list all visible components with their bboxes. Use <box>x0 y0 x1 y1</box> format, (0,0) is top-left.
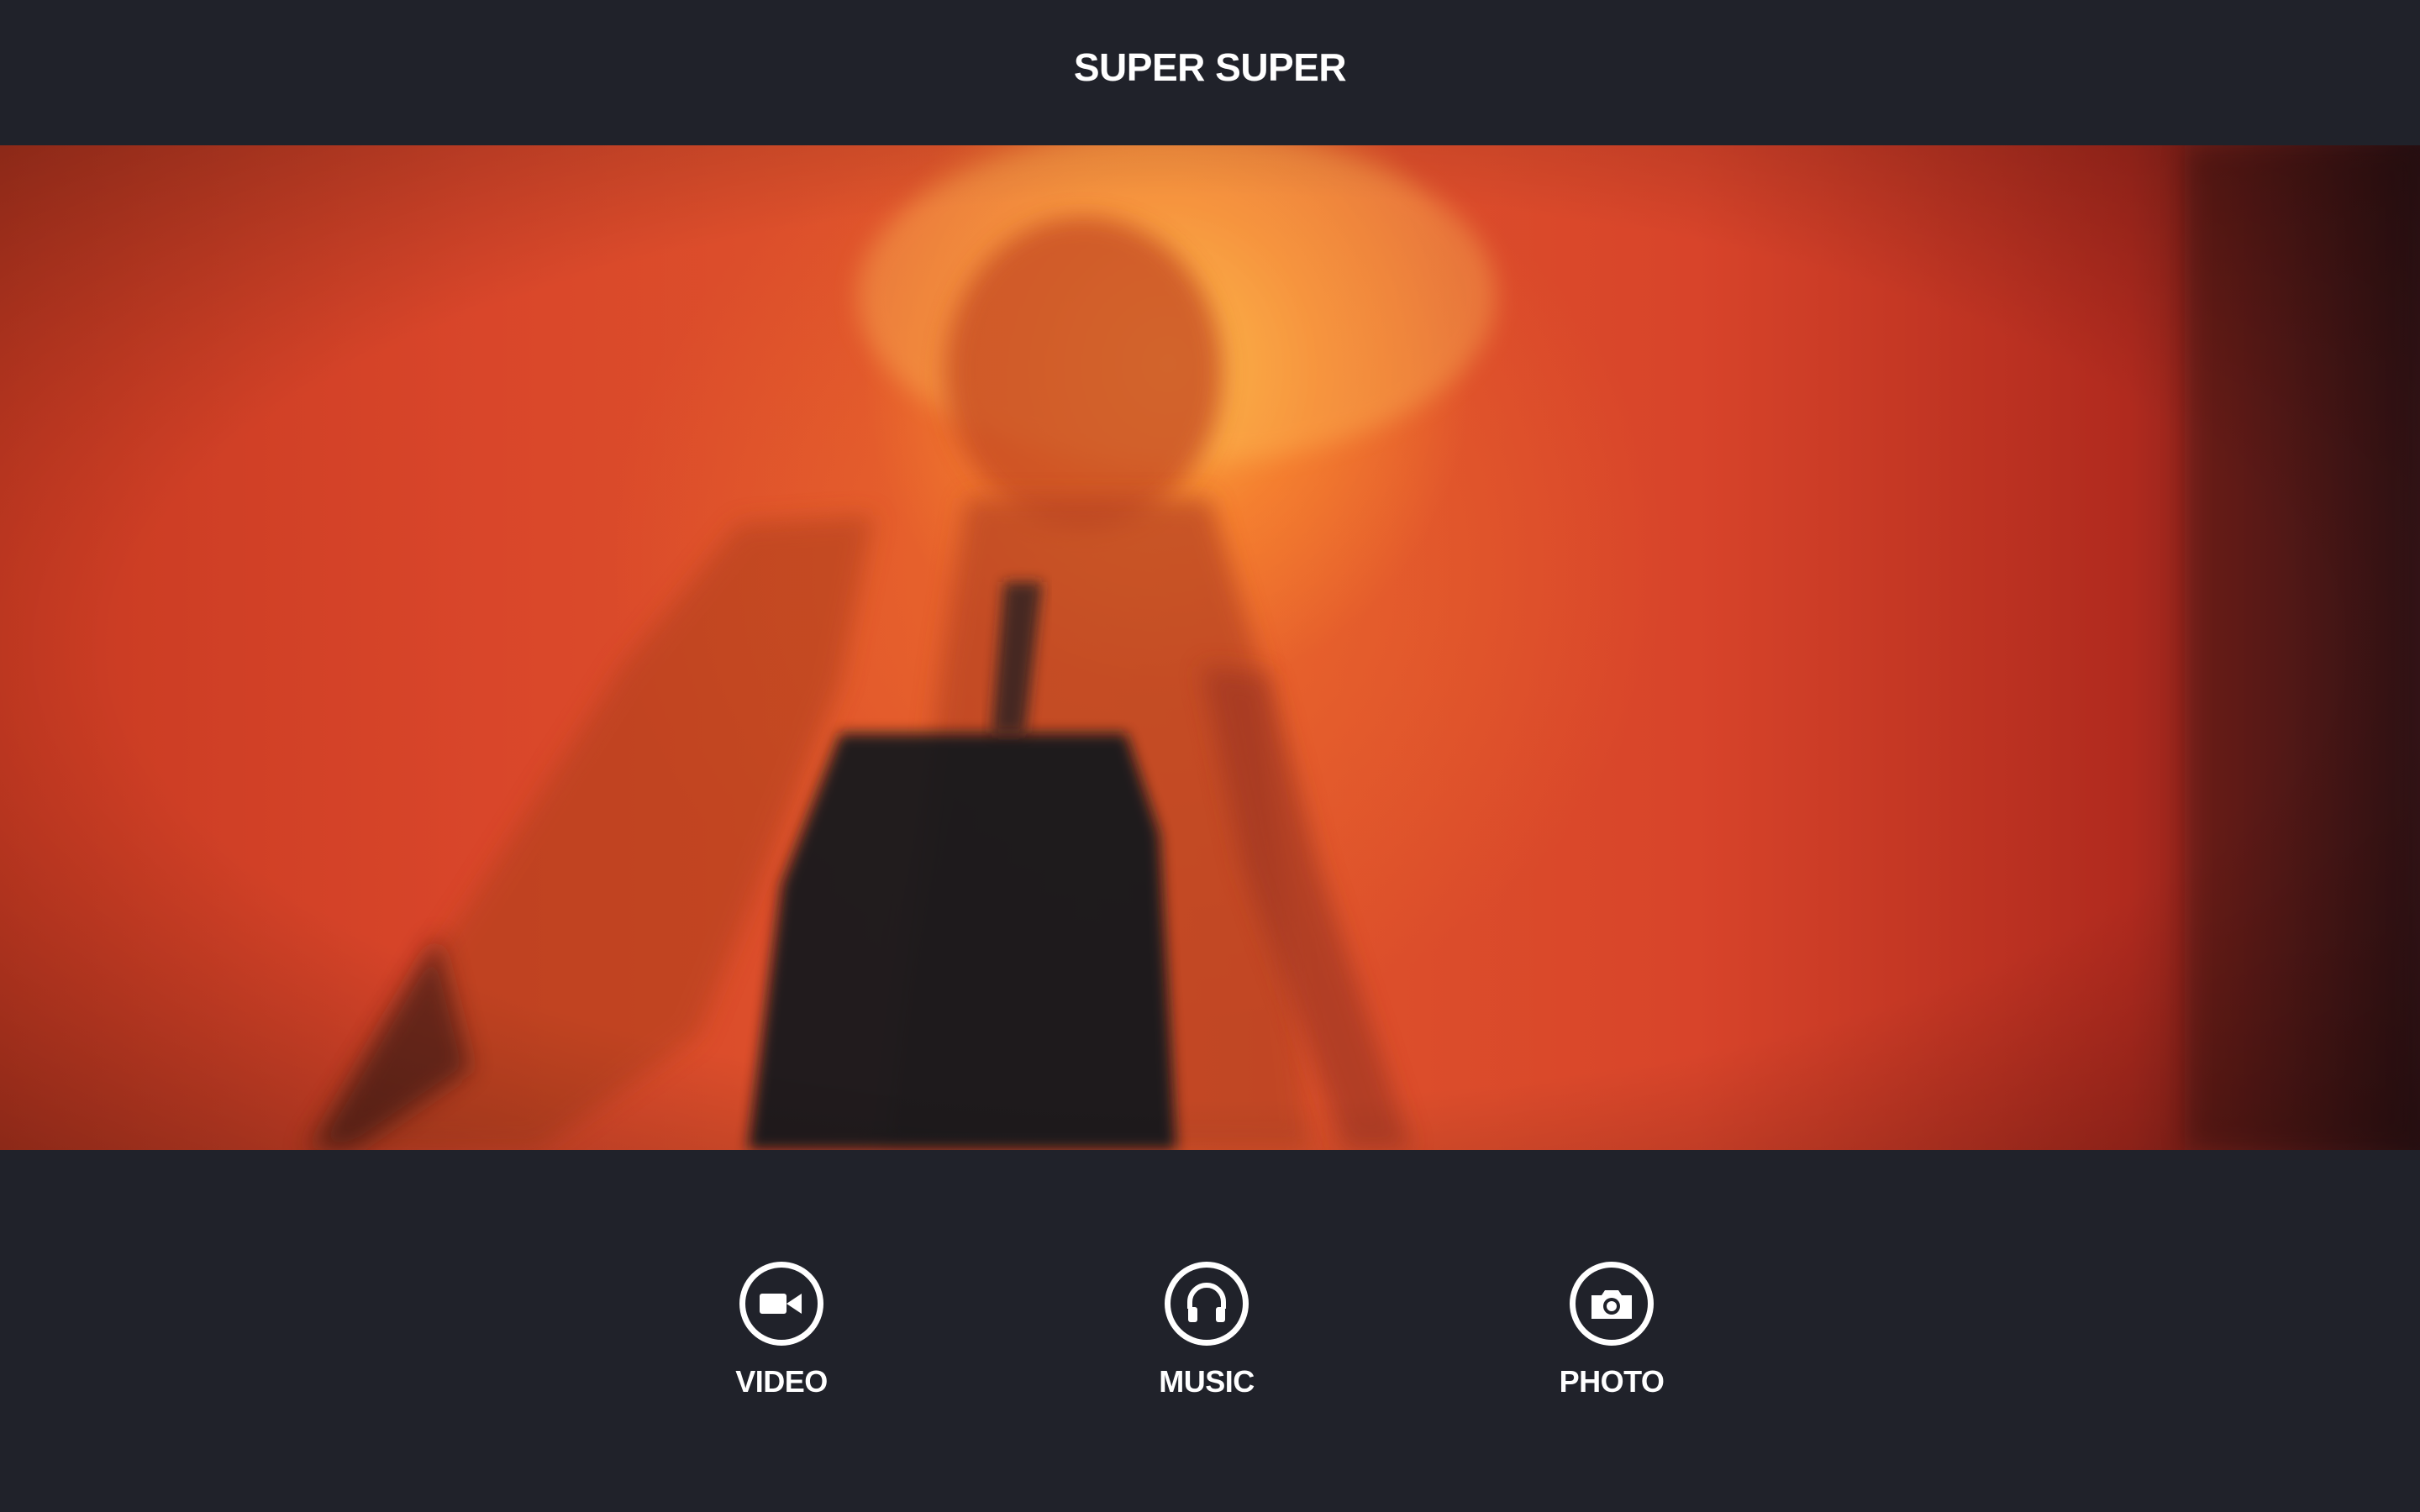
nav-label-photo: PHOTO <box>1559 1364 1665 1399</box>
video-camera-icon <box>739 1262 823 1346</box>
page: SUPER SUPER VIDEO MUSIC PHOTO <box>0 0 2420 1512</box>
nav-item-photo[interactable]: PHOTO <box>1528 1262 1696 1399</box>
top-bar: SUPER SUPER <box>0 0 2420 145</box>
headphones-icon <box>1165 1262 1249 1346</box>
brand-logo[interactable]: SUPER SUPER <box>1074 45 1347 90</box>
camera-icon <box>1570 1262 1654 1346</box>
nav-label-music: MUSIC <box>1159 1364 1255 1399</box>
media-nav: VIDEO MUSIC PHOTO <box>0 1150 2420 1512</box>
nav-label-video: VIDEO <box>735 1364 828 1399</box>
hero-figure-silhouette <box>0 145 2420 1150</box>
nav-item-music[interactable]: MUSIC <box>1123 1262 1291 1399</box>
nav-item-video[interactable]: VIDEO <box>697 1262 865 1399</box>
hero-image <box>0 145 2420 1150</box>
